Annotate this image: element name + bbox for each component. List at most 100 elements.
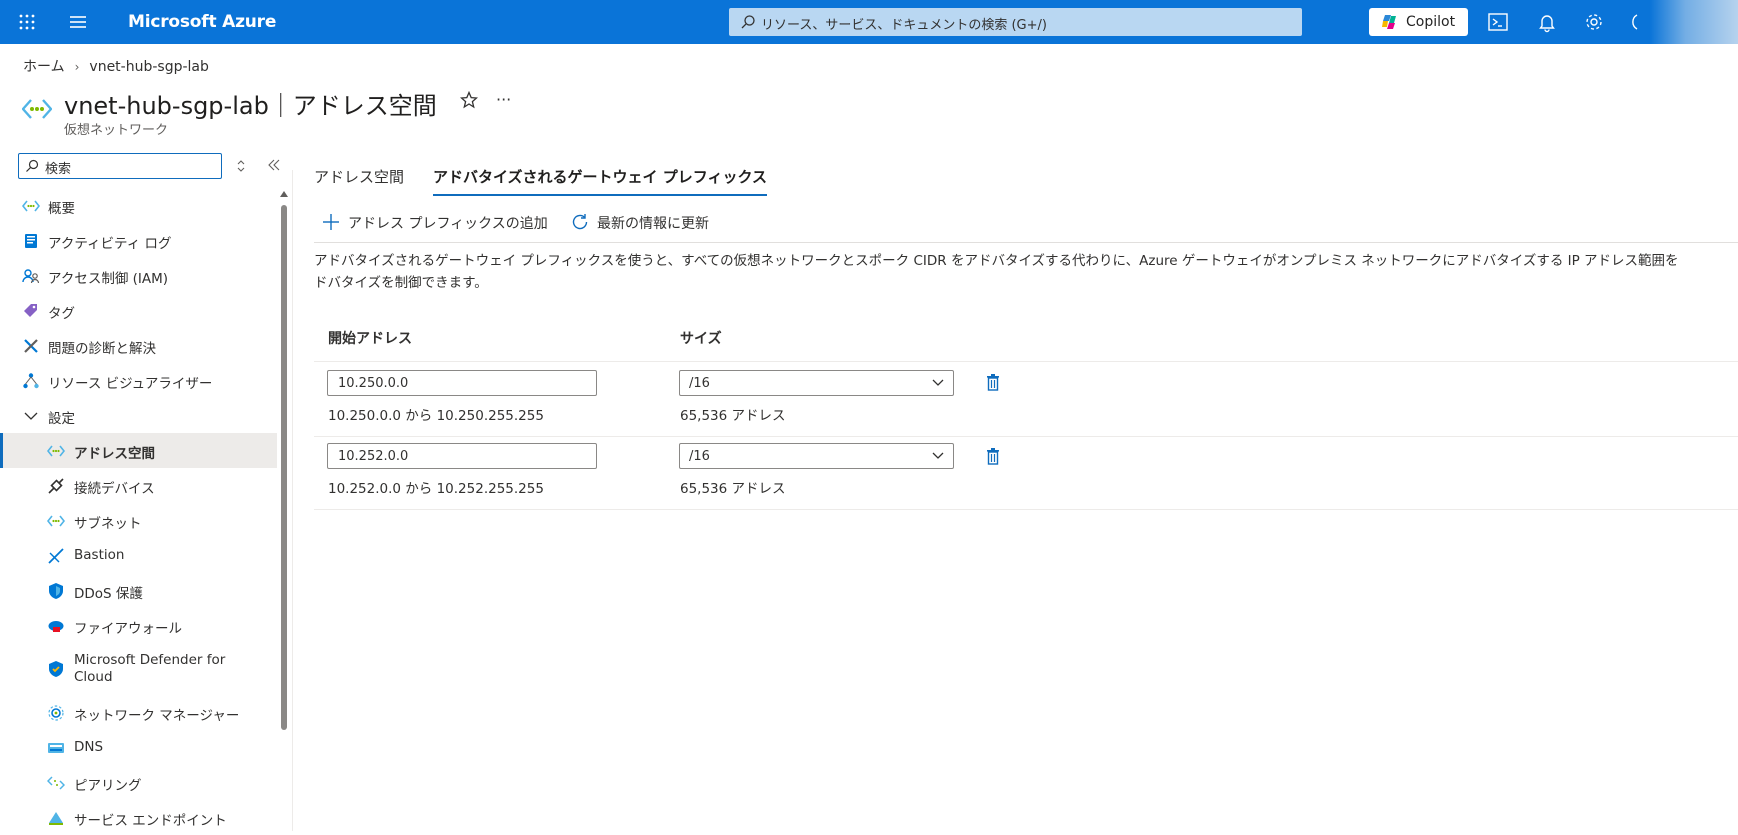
bell-icon[interactable] xyxy=(1536,11,1558,33)
vnet-icon xyxy=(47,445,65,457)
nav-item-bastion[interactable]: Bastion xyxy=(0,538,277,573)
nav-item-label: DNS xyxy=(74,739,104,755)
nav-item-dns[interactable]: DNS xyxy=(0,730,277,765)
nav-item-label: DDoS 保護 xyxy=(74,586,143,602)
page-title: vnet-hub-sgp-lab｜アドレス空間 xyxy=(64,92,437,120)
defender-icon xyxy=(49,661,63,677)
search-icon xyxy=(26,159,39,172)
nav-item-label: リソース ビジュアライザー xyxy=(48,376,213,392)
delete-icon[interactable] xyxy=(985,447,1001,465)
plug-icon xyxy=(48,478,64,494)
nav-item-defender[interactable]: Microsoft Defender for Cloud xyxy=(0,643,277,695)
refresh-label: 最新の情報に更新 xyxy=(597,216,709,232)
menu-icon[interactable] xyxy=(69,14,87,30)
nav-item-label: 概要 xyxy=(48,201,75,217)
cloud-shell-icon[interactable] xyxy=(1487,11,1509,33)
diagnose-icon xyxy=(24,339,38,353)
address-count-text: 65,536 アドレス xyxy=(680,408,786,424)
nav-item-connected-devices[interactable]: 接続デバイス xyxy=(0,468,277,503)
nav-item-subnets[interactable]: サブネット xyxy=(0,503,277,538)
size-dropdown[interactable]: /16 xyxy=(679,443,954,469)
nav-item-resource-visualizer[interactable]: リソース ビジュアライザー xyxy=(0,363,277,398)
bastion-icon xyxy=(48,548,64,564)
search-placeholder: リソース、サービス、ドキュメントの検索 (G+/) xyxy=(761,18,1047,33)
nav-item-label: タグ xyxy=(48,306,75,322)
chevron-down-icon xyxy=(932,452,944,459)
copilot-button[interactable]: Copilot xyxy=(1369,8,1468,36)
nav-item-firewall[interactable]: ファイアウォール xyxy=(0,608,277,643)
nav-item-label: ネットワーク マネージャー xyxy=(74,708,240,724)
tab-advertised-gateway-prefixes[interactable]: アドバタイズされるゲートウェイ プレフィックス xyxy=(433,166,768,196)
row-divider xyxy=(314,436,1738,437)
nav-item-label: 接続デバイス xyxy=(74,481,155,497)
plus-icon xyxy=(323,214,339,230)
nav-item-service-endpoints[interactable]: サービス エンドポイント xyxy=(0,800,277,835)
nav-item-tags[interactable]: タグ xyxy=(0,293,277,328)
vnet-icon xyxy=(22,99,52,119)
size-value: /16 xyxy=(689,449,710,464)
nav-item-ddos[interactable]: DDoS 保護 xyxy=(0,573,277,608)
nav-item-label: Microsoft Defender for Cloud xyxy=(74,652,226,685)
breadcrumb-separator-icon: › xyxy=(74,60,80,74)
nav-item-network-manager[interactable]: ネットワーク マネージャー xyxy=(0,695,277,730)
breadcrumb-current[interactable]: vnet-hub-sgp-lab xyxy=(89,59,208,75)
collapse-nav-icon[interactable] xyxy=(267,158,281,172)
peering-icon xyxy=(47,776,65,790)
firewall-icon xyxy=(48,621,64,632)
service-endpoint-icon xyxy=(49,812,63,825)
description-line-1: アドバタイズされるゲートウェイ プレフィックスを使うと、すべての仮想ネットワーク… xyxy=(314,253,1679,269)
nav-item-activity-log[interactable]: アクティビティ ログ xyxy=(0,223,277,258)
search-icon xyxy=(741,15,755,29)
app-launcher-icon[interactable] xyxy=(18,13,36,31)
star-icon[interactable] xyxy=(460,91,478,109)
vnet-icon xyxy=(47,515,65,527)
chevron-down-icon xyxy=(24,412,38,420)
chevron-down-icon xyxy=(932,379,944,386)
breadcrumb-home[interactable]: ホーム xyxy=(23,59,65,75)
add-prefix-label: アドレス プレフィックスの追加 xyxy=(348,216,548,232)
command-bar-divider xyxy=(314,242,1738,243)
visualizer-icon xyxy=(23,373,39,389)
nav-item-address-space[interactable]: アドレス空間 xyxy=(0,433,277,468)
nav-item-diagnose[interactable]: 問題の診断と解決 xyxy=(0,328,277,363)
more-options-icon[interactable]: ··· xyxy=(496,90,511,109)
address-count-text: 65,536 アドレス xyxy=(680,481,786,497)
brand-title[interactable]: Microsoft Azure xyxy=(128,12,276,32)
gear-icon[interactable] xyxy=(1583,11,1605,33)
nav-search-input[interactable]: 検索 xyxy=(18,153,222,179)
shield-icon xyxy=(49,583,63,599)
sort-icon[interactable] xyxy=(236,159,246,173)
activity-log-icon xyxy=(25,234,37,248)
address-range-text: 10.252.0.0 から 10.252.255.255 xyxy=(328,481,544,497)
nav-divider xyxy=(292,170,293,831)
scroll-up-icon[interactable] xyxy=(280,191,288,197)
nav-item-overview[interactable]: 概要 xyxy=(0,188,277,223)
top-bar: Microsoft Azure リソース、サービス、ドキュメントの検索 (G+/… xyxy=(0,0,1738,44)
nav-item-label: 設定 xyxy=(48,411,75,427)
tab-address-space[interactable]: アドレス空間 xyxy=(314,166,404,196)
tag-icon xyxy=(24,304,37,317)
delete-icon[interactable] xyxy=(985,373,1001,391)
start-address-input[interactable]: 10.252.0.0 xyxy=(327,443,597,469)
description-line-2: ドバタイズを制御できます。 xyxy=(314,275,488,291)
nav-item-label: サブネット xyxy=(74,516,142,532)
network-manager-icon xyxy=(48,705,64,721)
help-icon[interactable] xyxy=(1629,11,1651,33)
start-address-input[interactable]: 10.250.0.0 xyxy=(327,370,597,396)
nav-group-settings[interactable]: 設定 xyxy=(0,398,277,433)
nav-item-label: 問題の診断と解決 xyxy=(48,341,156,357)
breadcrumb: ホーム › vnet-hub-sgp-lab xyxy=(23,56,209,76)
nav-item-label: Bastion xyxy=(74,547,125,563)
row-divider xyxy=(314,361,1738,362)
nav-item-label: ファイアウォール xyxy=(74,621,182,637)
size-dropdown[interactable]: /16 xyxy=(679,370,954,396)
nav-item-iam[interactable]: アクセス制御 (IAM) xyxy=(0,258,277,293)
nav-scrollbar-thumb[interactable] xyxy=(281,205,287,730)
account-area[interactable] xyxy=(1650,0,1738,44)
page-subtitle: 仮想ネットワーク xyxy=(64,123,169,138)
nav-item-peering[interactable]: ピアリング xyxy=(0,765,277,800)
dns-icon xyxy=(48,743,64,753)
nav-item-label: サービス エンドポイント xyxy=(74,813,227,829)
address-range-text: 10.250.0.0 から 10.250.255.255 xyxy=(328,408,544,424)
global-search-input[interactable]: リソース、サービス、ドキュメントの検索 (G+/) xyxy=(729,8,1302,36)
